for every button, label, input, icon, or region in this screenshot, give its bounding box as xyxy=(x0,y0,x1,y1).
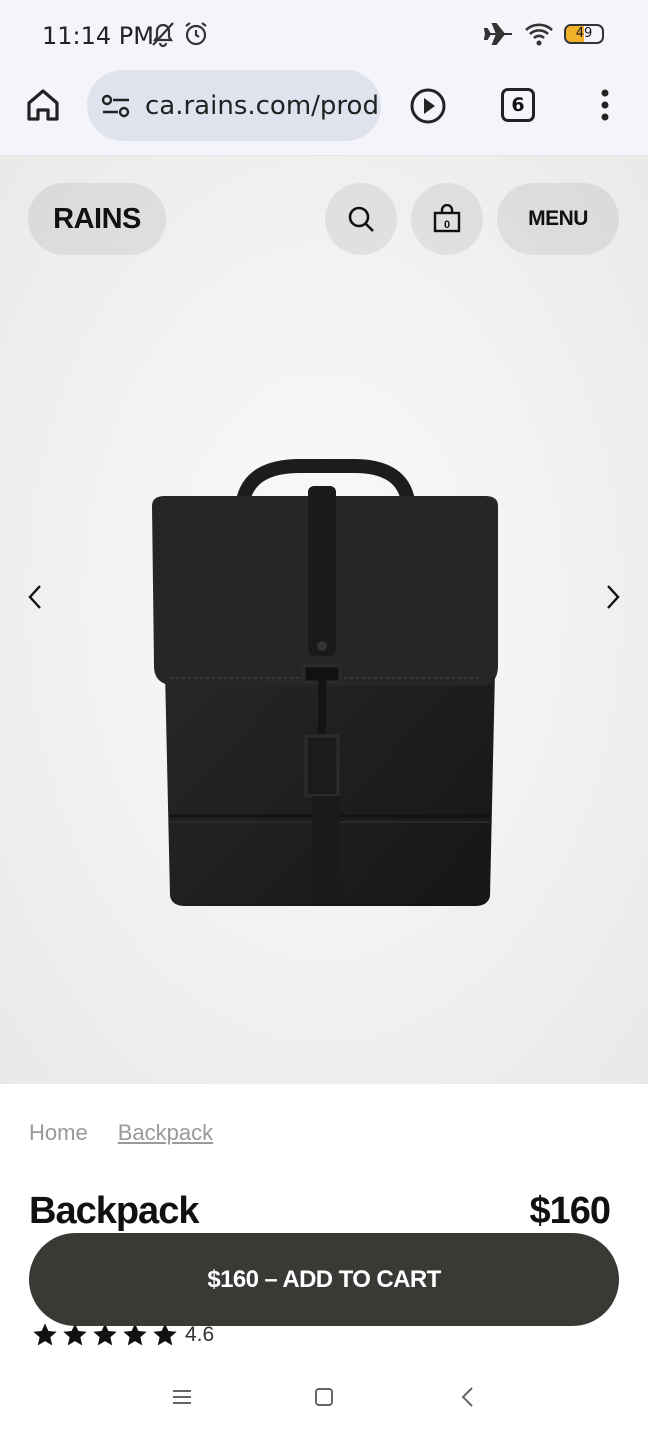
home-icon[interactable] xyxy=(24,86,62,124)
cart-count: 0 xyxy=(444,219,450,231)
star-icon xyxy=(33,1323,57,1346)
rating-value: 4.6 xyxy=(185,1323,215,1346)
battery-icon: 49 xyxy=(564,24,604,44)
status-icons-left xyxy=(150,20,210,48)
cart-button[interactable]: 0 xyxy=(411,183,483,255)
shopping-bag-icon: 0 xyxy=(433,204,461,233)
status-time: 11:14 PM xyxy=(42,22,154,50)
browser-toolbar: ca.rains.com/products/backpack 6 xyxy=(0,70,648,156)
system-nav-bar xyxy=(0,1366,648,1440)
bell-off-icon xyxy=(152,22,174,48)
breadcrumb-backpack[interactable]: Backpack xyxy=(118,1120,213,1146)
menu-button[interactable]: MENU xyxy=(497,183,619,255)
search-button[interactable] xyxy=(325,183,397,255)
alarm-icon xyxy=(185,22,207,46)
product-gallery: RAINS 0 MENU xyxy=(0,156,648,1084)
address-bar[interactable]: ca.rains.com/products/backpack xyxy=(87,70,381,141)
more-vert-icon[interactable] xyxy=(598,88,612,122)
play-icon[interactable] xyxy=(409,87,447,125)
battery-level: 49 xyxy=(575,26,593,41)
add-to-cart-button[interactable]: $160 – ADD TO CART xyxy=(29,1233,619,1326)
recent-apps-icon[interactable] xyxy=(171,1386,193,1408)
site-settings-icon[interactable] xyxy=(101,93,131,119)
back-icon[interactable] xyxy=(458,1386,478,1408)
chevron-right-icon[interactable] xyxy=(600,582,624,612)
backpack-image xyxy=(152,459,498,906)
chevron-left-icon[interactable] xyxy=(24,582,48,612)
tabs-icon[interactable]: 6 xyxy=(501,88,535,122)
wifi-icon xyxy=(525,23,553,46)
status-bar: 11:14 PM 49 xyxy=(0,0,648,70)
rains-logo[interactable]: RAINS xyxy=(28,183,166,255)
product-price: $160 xyxy=(529,1190,611,1232)
product-title: Backpack xyxy=(29,1190,199,1232)
search-icon xyxy=(348,206,374,232)
status-icons-right: 49 xyxy=(484,20,604,48)
url-text[interactable]: ca.rains.com/products/backpack xyxy=(145,91,381,121)
home-icon[interactable] xyxy=(313,1386,335,1408)
breadcrumb: Home Backpack xyxy=(29,1120,213,1146)
breadcrumb-home[interactable]: Home xyxy=(29,1120,88,1146)
airplane-icon xyxy=(484,23,512,45)
